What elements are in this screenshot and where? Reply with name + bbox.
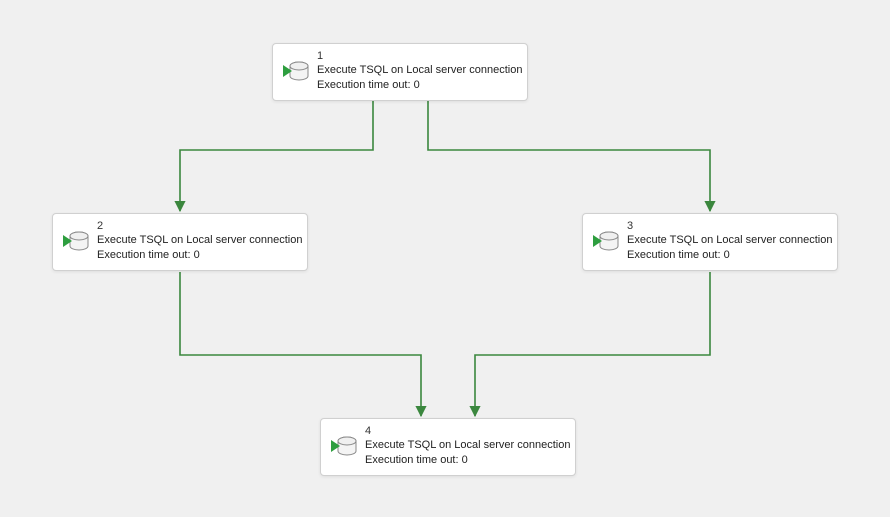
step-node-4[interactable]: 4 Execute TSQL on Local server connectio… — [320, 418, 576, 476]
connector-n2-n4 — [180, 272, 421, 416]
step-node-2[interactable]: 2 Execute TSQL on Local server connectio… — [52, 213, 308, 271]
step-subtitle: Execution time out: 0 — [97, 248, 299, 263]
step-subtitle: Execution time out: 0 — [365, 453, 567, 468]
connector-n1-n2 — [180, 101, 373, 211]
step-title: Execute TSQL on Local server connection — [97, 233, 299, 248]
step-number: 1 — [317, 50, 519, 63]
step-subtitle: Execution time out: 0 — [317, 78, 519, 93]
step-node-3[interactable]: 3 Execute TSQL on Local server connectio… — [582, 213, 838, 271]
step-subtitle: Execution time out: 0 — [627, 248, 829, 263]
step-title: Execute TSQL on Local server connection — [627, 233, 829, 248]
execute-tsql-icon — [281, 58, 311, 88]
execute-tsql-icon — [61, 228, 91, 258]
connector-n3-n4 — [475, 272, 710, 416]
diagram-canvas[interactable]: 1 Execute TSQL on Local server connectio… — [0, 0, 890, 517]
execute-tsql-icon — [591, 228, 621, 258]
step-node-1[interactable]: 1 Execute TSQL on Local server connectio… — [272, 43, 528, 101]
step-number: 2 — [97, 220, 299, 233]
connector-n1-n3 — [428, 101, 710, 211]
step-title: Execute TSQL on Local server connection — [317, 63, 519, 78]
step-title: Execute TSQL on Local server connection — [365, 438, 567, 453]
execute-tsql-icon — [329, 433, 359, 463]
step-number: 4 — [365, 425, 567, 438]
step-number: 3 — [627, 220, 829, 233]
